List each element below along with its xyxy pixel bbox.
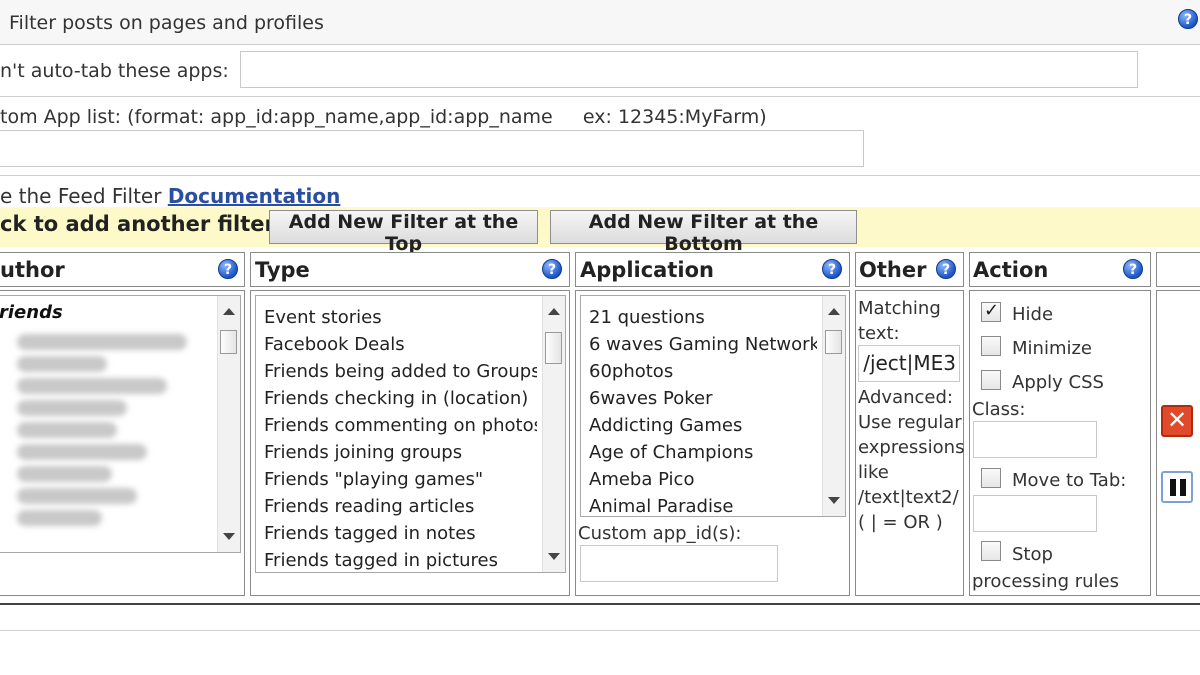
minimize-checkbox[interactable]	[981, 336, 1001, 356]
hide-label: Hide	[1012, 304, 1054, 325]
add-filter-bottom-button[interactable]: Add New Filter at the Bottom	[550, 210, 857, 255]
custom-app-id-label: Custom app_id(s):	[578, 523, 742, 544]
help-icon[interactable]: ?	[1178, 9, 1198, 29]
apply-css-checkbox[interactable]	[981, 370, 1001, 390]
custom-app-id-input[interactable]	[580, 545, 778, 582]
author-title: uthor	[0, 258, 65, 282]
application-title: Application	[580, 258, 714, 282]
scroll-down-icon[interactable]	[223, 533, 235, 540]
list-item[interactable]: Facebook Deals	[264, 331, 537, 358]
type-scrollbar[interactable]	[542, 296, 565, 572]
list-item[interactable]: Friends checking in (location)	[264, 385, 537, 412]
type-title: Type	[255, 258, 310, 282]
pause-filter-button[interactable]	[1161, 471, 1193, 503]
list-item[interactable]: Event stories	[264, 304, 537, 331]
scroll-down-icon[interactable]	[548, 553, 560, 560]
scroll-up-icon[interactable]	[828, 308, 840, 315]
add-filter-top-button[interactable]: Add New Filter at the Top	[269, 210, 538, 255]
author-blurred-list	[0, 328, 199, 531]
page-title: Filter posts on pages and profiles	[9, 12, 324, 34]
move-to-tab-input[interactable]	[973, 495, 1097, 532]
list-item[interactable]: Addicting Games	[589, 412, 817, 439]
action-title: Action	[973, 258, 1049, 282]
matching-text-input[interactable]: ject|ME3/	[858, 345, 960, 382]
divider	[0, 44, 1200, 45]
autotab-input[interactable]	[240, 51, 1138, 88]
custom-app-list-input[interactable]	[0, 130, 864, 167]
author-help-icon[interactable]: ?	[218, 259, 238, 279]
stop-label: Stop	[1012, 544, 1053, 565]
list-item[interactable]: 60photos	[589, 358, 817, 385]
author-listbox[interactable]: riends	[0, 295, 241, 553]
docs-prefix: e the Feed Filter	[0, 184, 162, 208]
stop-processing-label: processing rules	[972, 571, 1119, 592]
class-label: Class:	[972, 399, 1026, 420]
divider	[0, 96, 1200, 97]
divider	[0, 175, 1200, 176]
advanced-help-text: Advanced: Use regular expressions like /…	[858, 387, 965, 533]
application-listbox[interactable]: 21 questions 6 waves Gaming Network 60ph…	[580, 295, 846, 517]
list-item[interactable]: 6waves Poker	[589, 385, 817, 412]
other-title: Other	[859, 258, 927, 282]
scroll-thumb[interactable]	[825, 330, 842, 354]
author-scrollbar[interactable]	[217, 296, 240, 552]
application-scrollbar[interactable]	[822, 296, 845, 516]
action-help-icon[interactable]: ?	[1123, 259, 1143, 279]
list-item[interactable]: Friends commenting on photos	[264, 412, 537, 439]
type-listbox[interactable]: Event stories Facebook Deals Friends bei…	[255, 295, 566, 573]
list-item[interactable]: Friends being added to Groups	[264, 358, 537, 385]
add-filter-label: ck to add another filter:	[0, 212, 284, 236]
list-item[interactable]: Age of Champions	[589, 439, 817, 466]
controls-header	[1156, 252, 1200, 287]
minimize-label: Minimize	[1012, 338, 1092, 359]
custom-app-list-label: tom App list: (format: app_id:app_name,a…	[0, 106, 767, 128]
type-help-icon[interactable]: ?	[542, 259, 562, 279]
list-item[interactable]: Friends reading articles	[264, 493, 537, 520]
list-item[interactable]: Ameba Pico	[589, 466, 817, 493]
autotab-label: n't auto-tab these apps:	[0, 60, 229, 82]
divider	[0, 630, 1200, 631]
matching-label: Matching text:	[858, 298, 941, 344]
list-item[interactable]: 21 questions	[589, 304, 817, 331]
docs-line: e the Feed Filter Documentation	[0, 184, 340, 208]
list-item[interactable]: Friends tagged in notes	[264, 520, 537, 547]
scroll-down-icon[interactable]	[828, 497, 840, 504]
delete-filter-button[interactable]: ✕	[1161, 405, 1193, 437]
pause-icon	[1170, 479, 1176, 496]
documentation-link[interactable]: Documentation	[168, 184, 341, 208]
move-to-tab-checkbox[interactable]	[981, 468, 1001, 488]
controls-column	[1156, 290, 1200, 596]
list-item[interactable]: Friends "playing games"	[264, 466, 537, 493]
move-to-tab-label: Move to Tab:	[1012, 470, 1127, 491]
other-help-icon[interactable]: ?	[936, 259, 956, 279]
class-input[interactable]	[973, 421, 1097, 458]
author-header-item[interactable]: riends	[0, 302, 63, 323]
pause-icon	[1180, 479, 1186, 496]
application-items: 21 questions 6 waves Gaming Network 60ph…	[589, 304, 817, 516]
hide-checkbox[interactable]	[981, 300, 1001, 322]
scroll-up-icon[interactable]	[548, 308, 560, 315]
list-item[interactable]: 6 waves Gaming Network	[589, 331, 817, 358]
type-items: Event stories Facebook Deals Friends bei…	[264, 304, 537, 572]
divider	[0, 603, 1200, 605]
scroll-thumb[interactable]	[545, 332, 562, 364]
stop-processing-checkbox[interactable]	[981, 541, 1001, 561]
apply-css-label: Apply CSS	[1012, 372, 1104, 393]
list-item[interactable]: Animal Paradise	[589, 493, 817, 516]
list-item[interactable]: Friends tagged in pictures	[264, 547, 537, 572]
scroll-thumb[interactable]	[220, 330, 237, 354]
application-help-icon[interactable]: ?	[822, 259, 842, 279]
scroll-up-icon[interactable]	[223, 308, 235, 315]
list-item[interactable]: Friends joining groups	[264, 439, 537, 466]
